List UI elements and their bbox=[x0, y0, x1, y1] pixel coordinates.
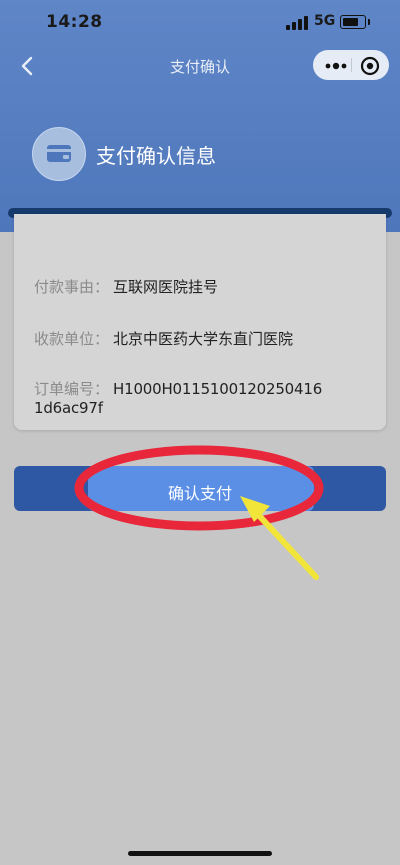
close-circle-icon bbox=[360, 56, 380, 76]
detail-row-reason: 付款事由： 互联网医院挂号 bbox=[34, 276, 218, 297]
card-icon-badge bbox=[32, 127, 86, 181]
confirm-payment-label: 确认支付 bbox=[167, 484, 232, 503]
more-button[interactable] bbox=[323, 58, 349, 72]
nav-bar: 支付确认 bbox=[0, 44, 400, 88]
home-indicator bbox=[128, 851, 272, 856]
more-icon bbox=[325, 62, 347, 70]
capsule-divider bbox=[351, 58, 352, 72]
detail-value: 互联网医院挂号 bbox=[113, 278, 219, 296]
status-time: 14:28 bbox=[46, 12, 103, 32]
battery-icon bbox=[340, 15, 370, 29]
mini-program-capsule bbox=[313, 50, 389, 80]
close-button[interactable] bbox=[359, 55, 381, 77]
page-title: 支付确认信息 bbox=[96, 144, 216, 168]
signal-icon bbox=[286, 16, 308, 30]
card-icon bbox=[47, 145, 71, 162]
detail-row-order: 订单编号： H1000H0115100120250416 1d6ac97f bbox=[34, 378, 386, 417]
detail-row-payee: 收款单位： 北京中医药大学东直门医院 bbox=[34, 328, 293, 349]
payment-details-card: 付款事由： 互联网医院挂号 收款单位： 北京中医药大学东直门医院 订单编号： H100… bbox=[14, 214, 386, 430]
network-label: 5G bbox=[314, 13, 336, 29]
detail-label: 订单编号： bbox=[34, 380, 110, 398]
detail-value: 北京中医药大学东直门医院 bbox=[113, 330, 294, 348]
status-bar: 14:28 5G bbox=[0, 0, 400, 44]
detail-label: 付款事由： bbox=[34, 278, 110, 296]
detail-label: 收款单位： bbox=[34, 330, 110, 348]
